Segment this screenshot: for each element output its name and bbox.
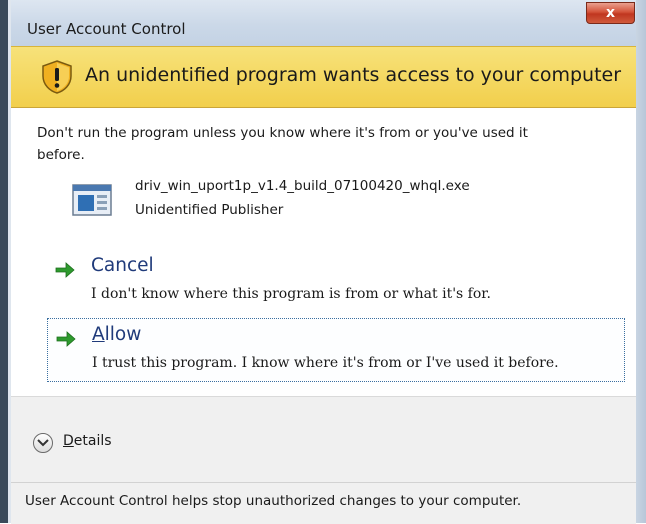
warning-line-2: before. xyxy=(37,147,85,163)
title-bar: User Account Control x xyxy=(11,0,636,46)
chevron-down-icon xyxy=(37,439,49,447)
footer-text: User Account Control helps stop unauthor… xyxy=(25,493,522,509)
details-link[interactable]: Details xyxy=(63,433,112,449)
allow-label-accelerator: A xyxy=(92,324,105,345)
window-title: User Account Control xyxy=(27,20,186,38)
warning-text: Don't run the program unless you know wh… xyxy=(37,122,617,166)
warning-banner: An unidentified program wants access to … xyxy=(11,46,636,108)
close-button[interactable]: x xyxy=(586,2,635,24)
details-area: Details xyxy=(11,396,636,483)
cancel-command-link[interactable]: Cancel I don't know where this program i… xyxy=(47,250,625,314)
close-icon: x xyxy=(605,5,616,21)
allow-label-rest: llow xyxy=(104,324,142,345)
cancel-label: Cancel xyxy=(91,255,154,276)
program-name: driv_win_uport1p_v1.4_build_07100420_whq… xyxy=(135,178,470,194)
details-accelerator: D xyxy=(63,433,74,449)
banner-message: An unidentified program wants access to … xyxy=(85,64,622,86)
dialog-content: Don't run the program unless you know wh… xyxy=(11,108,636,396)
warning-line-1: Don't run the program unless you know wh… xyxy=(37,125,528,141)
program-publisher: Unidentified Publisher xyxy=(135,202,284,218)
window-frame-right xyxy=(636,0,646,523)
allow-description: I trust this program. I know where it's … xyxy=(92,355,559,371)
allow-command-link[interactable]: Allow I trust this program. I know where… xyxy=(47,318,625,382)
green-arrow-icon xyxy=(55,262,75,278)
program-icon xyxy=(72,184,112,216)
window-frame-left xyxy=(0,0,8,523)
shield-warning-icon xyxy=(42,60,72,94)
details-toggle-button[interactable] xyxy=(33,433,53,453)
dialog-footer: User Account Control helps stop unauthor… xyxy=(11,482,636,524)
cancel-description: I don't know where this program is from … xyxy=(91,286,491,302)
details-label-rest: etails xyxy=(73,433,112,449)
uac-dialog: User Account Control x An unidentified p… xyxy=(0,0,646,524)
allow-label: Allow xyxy=(92,324,141,345)
green-arrow-icon xyxy=(56,331,76,347)
